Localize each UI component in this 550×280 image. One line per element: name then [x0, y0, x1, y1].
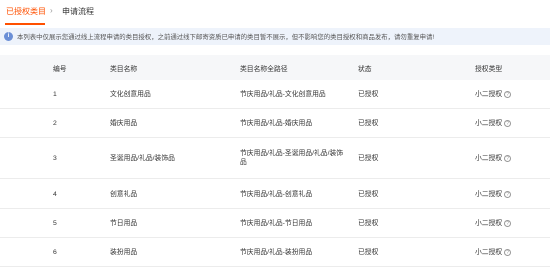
row-auth-type: 小二授权? [475, 90, 512, 99]
table-row: 4 创意礼品 节庆用品/礼品-创意礼品 已授权 小二授权? [0, 179, 550, 209]
row-number: 5 [53, 220, 57, 227]
tab-bar: 已授权类目 › 申请流程 [0, 0, 550, 26]
auth-type-label: 小二授权 [475, 220, 503, 227]
row-category-path: 节庆用品/礼品-婚庆用品 [240, 120, 313, 127]
row-auth-type: 小二授权? [475, 119, 512, 128]
row-status: 已授权 [358, 155, 379, 162]
table-row: 3 圣诞用品/礼品/装饰品 节庆用品/礼品-圣诞用品/礼品/装饰品 已授权 小二… [0, 138, 550, 179]
info-icon: i [4, 32, 13, 41]
row-auth-type: 小二授权? [475, 248, 512, 257]
row-number: 4 [53, 191, 57, 198]
question-circle-icon[interactable]: ? [504, 91, 512, 98]
question-circle-icon[interactable]: ? [504, 120, 512, 127]
notice-text: 本列表中仅展示您通过线上流程申请的类目授权，之前通过线下邮寄资质已申请的类目暂不… [17, 34, 435, 41]
row-category-path: 节庆用品/礼品-圣诞用品/礼品/装饰品 [240, 150, 344, 166]
question-circle-icon[interactable]: ? [504, 220, 512, 227]
table-header: 编号 类目名称 类目名称全路径 状态 授权类型 [0, 55, 550, 80]
row-category-path: 节庆用品/礼品-节日用品 [240, 220, 313, 227]
row-category-name: 婚庆用品 [110, 120, 138, 127]
auth-type-label: 小二授权 [475, 120, 503, 127]
auth-type-label: 小二授权 [475, 91, 503, 98]
notice-banner: i 本列表中仅展示您通过线上流程申请的类目授权，之前通过线下邮寄资质已申请的类目… [0, 28, 550, 45]
row-status: 已授权 [358, 91, 379, 98]
auth-type-label: 小二授权 [475, 155, 503, 162]
row-category-path: 节庆用品/礼品-装扮用品 [240, 249, 313, 256]
question-circle-icon[interactable]: ? [504, 249, 512, 256]
question-circle-icon[interactable]: ? [504, 191, 512, 198]
header-category-path: 类目名称全路径 [240, 66, 288, 73]
row-category-name: 节日用品 [110, 220, 138, 227]
tab-authorized-categories[interactable]: 已授权类目 [6, 6, 46, 17]
row-category-name: 创意礼品 [110, 191, 138, 198]
authorized-category-table: 编号 类目名称 类目名称全路径 状态 授权类型 1 文化创意用品 节庆用品/礼品… [0, 55, 550, 267]
header-category-name: 类目名称 [110, 66, 138, 73]
row-number: 1 [53, 91, 57, 98]
header-status: 状态 [358, 66, 372, 73]
header-auth-type: 授权类型 [475, 66, 503, 73]
row-category-name: 圣诞用品/礼品/装饰品 [110, 155, 175, 162]
table-row: 1 文化创意用品 节庆用品/礼品-文化创意用品 已授权 小二授权? [0, 80, 550, 109]
row-category-path: 节庆用品/礼品-文化创意用品 [240, 91, 326, 98]
row-status: 已授权 [358, 220, 379, 227]
row-number: 3 [53, 155, 57, 162]
tab-application-process[interactable]: 申请流程 [62, 6, 94, 17]
auth-type-label: 小二授权 [475, 191, 503, 198]
table-row: 5 节日用品 节庆用品/礼品-节日用品 已授权 小二授权? [0, 209, 550, 238]
table-row: 6 装扮用品 节庆用品/礼品-装扮用品 已授权 小二授权? [0, 238, 550, 267]
tab-separator-icon: › [50, 6, 53, 15]
row-category-name: 文化创意用品 [110, 91, 151, 98]
row-status: 已授权 [358, 120, 379, 127]
question-circle-icon[interactable]: ? [504, 155, 512, 162]
row-number: 6 [53, 249, 57, 256]
row-auth-type: 小二授权? [475, 154, 512, 163]
row-category-name: 装扮用品 [110, 249, 138, 256]
row-auth-type: 小二授权? [475, 219, 512, 228]
table-row: 2 婚庆用品 节庆用品/礼品-婚庆用品 已授权 小二授权? [0, 109, 550, 138]
row-status: 已授权 [358, 191, 379, 198]
row-category-path: 节庆用品/礼品-创意礼品 [240, 191, 313, 198]
row-auth-type: 小二授权? [475, 190, 512, 199]
row-number: 2 [53, 120, 57, 127]
row-status: 已授权 [358, 249, 379, 256]
auth-type-label: 小二授权 [475, 249, 503, 256]
header-number: 编号 [53, 66, 67, 73]
tab-active-underline [5, 23, 45, 25]
